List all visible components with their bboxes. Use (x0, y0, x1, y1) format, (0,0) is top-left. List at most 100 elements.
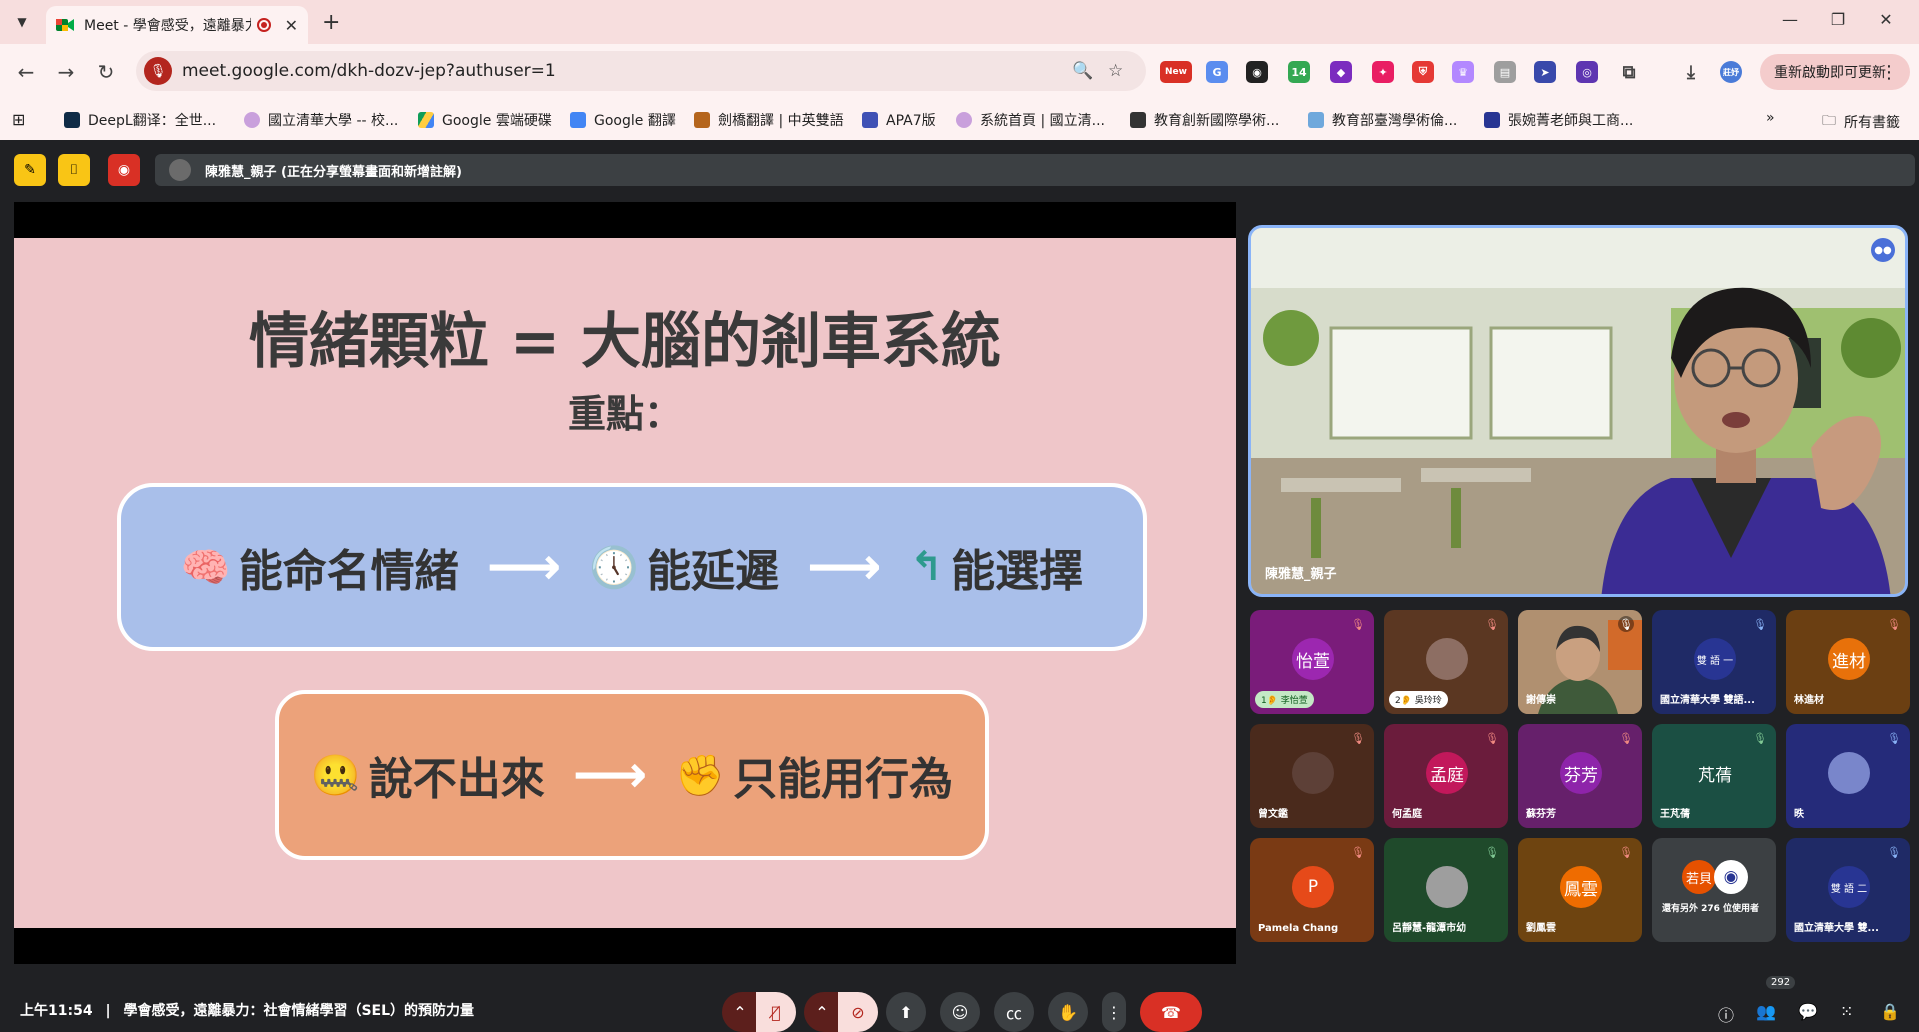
slide-title: 情緒顆粒 = 大腦的剎車系統 (248, 307, 1002, 377)
deepl-icon (64, 112, 80, 128)
ext-arrow-icon[interactable]: ➤ (1534, 61, 1556, 83)
leave-call-button[interactable]: ☎ (1140, 992, 1202, 1032)
bookmark-star-icon[interactable]: ☆ (1108, 61, 1123, 81)
people-icon[interactable]: 👥 (1756, 1002, 1776, 1021)
avatar (1426, 866, 1468, 908)
reload-icon[interactable]: ↻ (92, 58, 120, 86)
host-controls-icon[interactable]: 🔒 (1880, 1002, 1900, 1021)
participant-tile[interactable]: 🎙 芃蒨 王芃蒨 (1652, 724, 1776, 828)
bookmark-deepl[interactable]: DeepL翻译：全世... (64, 110, 216, 130)
participant-tile[interactable]: 🎙 2👂 吳玲玲 (1384, 610, 1508, 714)
all-bookmarks[interactable]: 🗀 所有書籤 (1822, 110, 1900, 134)
chat-icon[interactable]: 💬 (1798, 1002, 1818, 1021)
more-bookmarks-button[interactable]: » (1766, 110, 1775, 126)
participant-tile[interactable]: 🎙 昳 (1786, 724, 1910, 828)
mic-off-icon: 🎙 (1485, 617, 1499, 631)
participant-tile[interactable]: 🎙 謝傳崇 (1518, 610, 1642, 714)
back-icon[interactable]: ← (12, 58, 40, 86)
ext-glasses-icon[interactable]: ◉ (1246, 61, 1268, 83)
download-icon[interactable]: ⤓ (1680, 61, 1702, 83)
participant-tile[interactable]: 🎙 P Pamela Chang (1250, 838, 1374, 942)
ext-translate-icon[interactable]: G (1206, 61, 1228, 83)
apps-grid-icon[interactable]: ⊞ (12, 110, 25, 129)
ext-purple-icon[interactable]: ◆ (1330, 61, 1352, 83)
ext-circle-icon[interactable]: ◎ (1576, 61, 1598, 83)
camera-options-chevron-icon[interactable]: ⌃ (804, 992, 840, 1032)
participant-tile[interactable]: 🎙 雙 語 一 國立清華大學 雙語... (1652, 610, 1776, 714)
active-tab[interactable]: Meet - 學會感受，遠離暴力 ✕ (46, 6, 308, 44)
meeting-info: 上午11:54 | 學會感受，遠離暴力：社會情緒學習（SEL）的預防力量 (20, 1000, 474, 1020)
url-text: meet.google.com/dkh-dozv-jep?authuser=1 (182, 61, 556, 81)
bookmark-system[interactable]: 系統首頁 | 國立清... (956, 110, 1105, 130)
translate-icon (570, 112, 586, 128)
ext-new-icon[interactable]: New (1160, 61, 1192, 83)
menu-dots-icon[interactable]: ⋮ (1880, 62, 1898, 83)
participant-tile[interactable]: 🎙 孟庭 何孟庭 (1384, 724, 1508, 828)
captions-button[interactable]: ㏄ (994, 992, 1034, 1032)
address-bar[interactable]: 🎙 meet.google.com/dkh-dozv-jep?authuser=… (136, 51, 1146, 91)
close-window-icon[interactable]: ✕ (1876, 10, 1896, 29)
avatar: 芬芳 (1560, 752, 1602, 794)
mic-toggle-button[interactable]: 🎙̸ (756, 992, 796, 1032)
clock-time: 上午11:54 (20, 1003, 93, 1019)
participant-tile[interactable]: 🎙 曾文鑑 (1250, 724, 1374, 828)
participant-name: 昳 (1794, 809, 1804, 820)
participant-tile[interactable]: 🎙 鳳雲 劉鳳雲 (1518, 838, 1642, 942)
activities-icon[interactable]: ⁙ (1840, 1002, 1853, 1021)
arrow-icon: ⟶ (807, 537, 882, 597)
tab-strip: ▼ Meet - 學會感受，遠離暴力 ✕ + — ❐ ✕ (0, 0, 1919, 44)
bookmark-ethics[interactable]: 教育部臺灣學術倫... (1308, 110, 1457, 130)
presentation-view: 情緒顆粒 = 大腦的剎車系統 重點： 🧠 能命名情緒 ⟶ 🕔 能延遲 ⟶ ↰ 能… (14, 202, 1236, 964)
bookmark-nthu[interactable]: 國立清華大學 -- 校... (244, 110, 398, 130)
emoji-reaction-button[interactable]: ☺ (940, 992, 980, 1032)
clock-icon: 🕔 (589, 544, 640, 591)
meeting-details-icon[interactable]: ⓘ (1718, 1002, 1734, 1026)
participant-tile[interactable]: 🎙 呂靜慧-龍潭市幼 (1384, 838, 1508, 942)
minimize-icon[interactable]: — (1780, 10, 1800, 29)
participant-tile[interactable]: 🎙 進材 林進材 (1786, 610, 1910, 714)
participant-tile[interactable]: 🎙 芬芳 蘇芬芳 (1518, 724, 1642, 828)
raise-hand-button[interactable]: ✋ (1048, 992, 1088, 1032)
restore-icon[interactable]: ❐ (1828, 10, 1848, 29)
zoom-icon[interactable]: 🔍 (1072, 61, 1093, 81)
ext-pink-icon[interactable]: ✦ (1372, 61, 1394, 83)
ext-shield-icon[interactable]: ⛨ (1412, 61, 1434, 83)
new-tab-button[interactable]: + (322, 10, 340, 35)
tab-close-icon[interactable]: ✕ (285, 16, 298, 35)
tab-search-button[interactable]: ▼ (10, 10, 34, 34)
folder-icon: 🗀 (1822, 113, 1836, 129)
main-speaker-video[interactable]: ●● 陳雅慧_親子 (1248, 225, 1908, 597)
recording-icon[interactable]: ◉ (108, 154, 140, 186)
restart-to-update-button[interactable]: 重新啟動即可更新 ⋮ (1760, 54, 1910, 90)
bookmark-drive[interactable]: Google 雲端硬碟 (418, 110, 552, 130)
participant-tile[interactable]: 🎙 雙 語 二 國立清華大學 雙... (1786, 838, 1910, 942)
participant-name: 呂靜慧-龍潭市幼 (1392, 923, 1467, 934)
mic-in-use-icon[interactable]: 🎙 (144, 57, 172, 85)
more-participants-tile[interactable]: 若貝 ◉ 還有另外 276 位使用者 (1652, 838, 1776, 942)
bookmark-translate[interactable]: Google 翻譯 (570, 110, 676, 130)
bookmark-apa7[interactable]: APA7版 (862, 110, 936, 130)
extensions-puzzle-icon[interactable]: ⧉ (1618, 61, 1640, 83)
document-icon (862, 112, 878, 128)
arrow-icon: ⟶ (572, 745, 648, 805)
annotation-off-icon[interactable]: ✎ (14, 154, 46, 186)
more-options-icon[interactable]: ⋮ (1102, 992, 1126, 1032)
meet-favicon-icon (56, 17, 74, 33)
mic-off-icon: 🎙 (1753, 731, 1767, 745)
bookmark-innovation[interactable]: 教育創新國際學術... (1130, 110, 1279, 130)
participant-tile[interactable]: 🎙 怡萱 1👂 李怡萱 (1250, 610, 1374, 714)
ext-cards-icon[interactable]: ▤ (1494, 61, 1516, 83)
ext-crown-icon[interactable]: ♛ (1452, 61, 1474, 83)
camera-toggle-button[interactable]: ⊘ (838, 992, 878, 1032)
present-screen-button[interactable]: ⬆ (886, 992, 926, 1032)
ext-14-icon[interactable]: 14 (1288, 61, 1310, 83)
meeting-title: 學會感受，遠離暴力：社會情緒學習（SEL）的預防力量 (123, 1003, 475, 1019)
branch-arrow-icon: ↰ (909, 544, 944, 590)
profile-avatar[interactable]: 莊妤 (1720, 61, 1742, 83)
bookmark-teacher[interactable]: 張婉菁老師與工商... (1484, 110, 1633, 130)
tab-title: Meet - 學會感受，遠離暴力 (84, 18, 251, 34)
door-icon[interactable]: ⌷ (58, 154, 90, 186)
forward-icon[interactable]: → (52, 58, 80, 86)
mic-options-chevron-icon[interactable]: ⌃ (722, 992, 758, 1032)
bookmark-cambridge[interactable]: 劍橋翻譯 | 中英雙語 (694, 110, 844, 130)
